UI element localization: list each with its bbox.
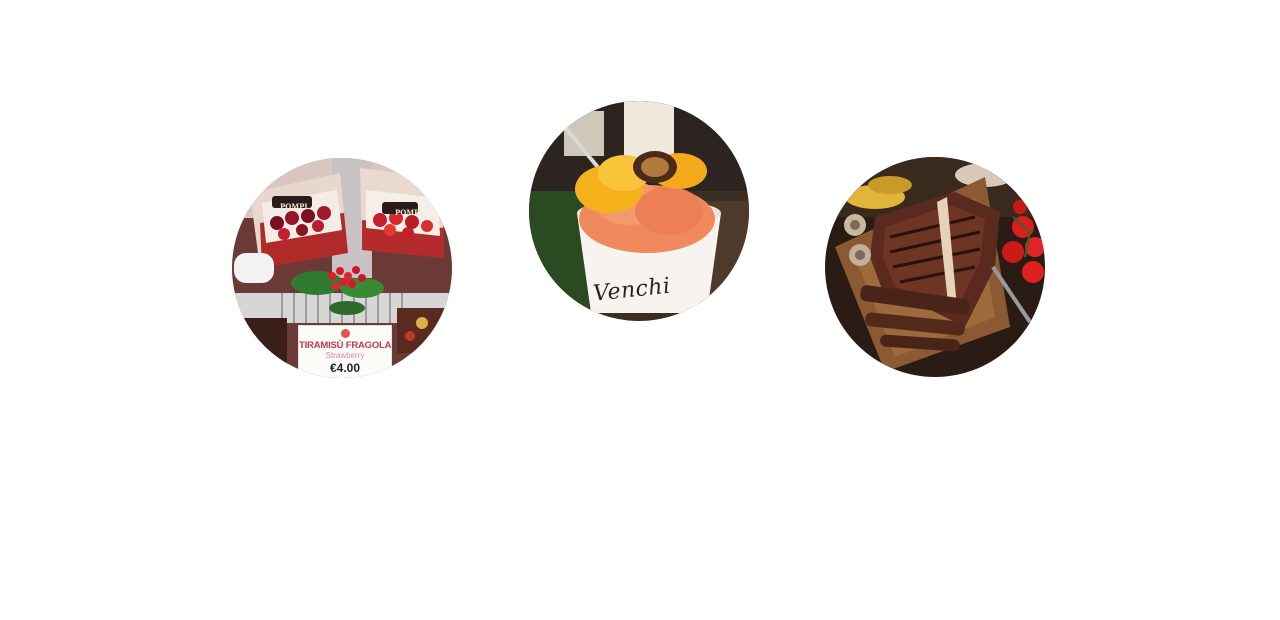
price-card-price: €4.00	[329, 361, 361, 375]
steak-illustration	[825, 157, 1045, 377]
gelato-image[interactable]: Venchi	[529, 101, 749, 321]
price-card: TIRAMISÙ FRAGOLA Strawberry €4.00	[298, 325, 392, 378]
tiramisu-image[interactable]: POMPI POMPI TIRAMISÙ FRAGOLA Strawberry …	[232, 158, 452, 378]
box-logo-left: POMPI	[280, 202, 308, 211]
food-gallery: POMPI POMPI TIRAMISÙ FRAGOLA Strawberry …	[0, 0, 1280, 620]
steak-image[interactable]	[825, 157, 1045, 377]
price-card-name: TIRAMISÙ FRAGOLA	[299, 340, 392, 351]
price-card-subtitle: Strawberry	[325, 351, 365, 360]
strawberry-icon	[340, 329, 350, 338]
box-logo-right: POMPI	[395, 208, 423, 217]
